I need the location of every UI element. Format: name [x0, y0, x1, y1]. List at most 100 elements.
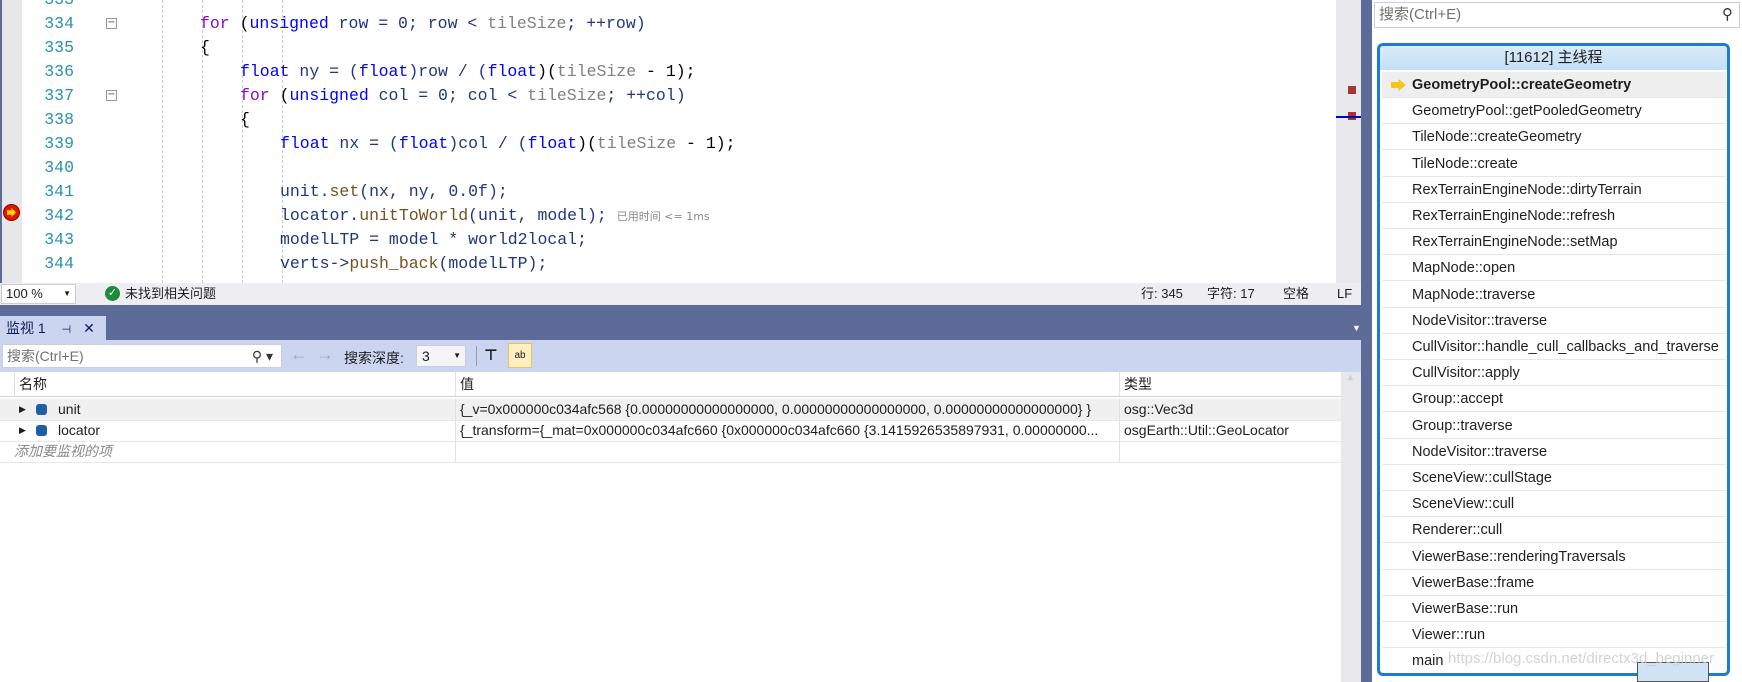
add-watch-placeholder[interactable]: 添加要监视的项 [14, 441, 455, 462]
tab-watch-1[interactable]: 监视 1 ⊣ ✕ [0, 316, 106, 340]
code-line[interactable]: 334 − for (unsigned row = 0; row < tileSiz… [0, 12, 1336, 36]
watch-vertical-scrollbar[interactable]: ▲ [1341, 372, 1361, 682]
search-depth-label: 搜索深度: [344, 350, 404, 366]
whitespace-mode[interactable]: 空格 [1283, 283, 1309, 305]
stack-frame[interactable]: MapNode::traverse [1382, 282, 1726, 308]
code-line[interactable]: 338 { [0, 108, 1336, 132]
code-token: ( [229, 14, 250, 33]
watch-value[interactable]: {_transform={_mat=0x000000c034afc660 {0x… [455, 420, 1119, 441]
stack-frame[interactable]: ViewerBase::renderingTraversals [1382, 544, 1726, 570]
collapse-icon[interactable]: − [106, 90, 117, 101]
stack-frame[interactable]: NodeVisitor::traverse [1382, 308, 1726, 334]
empty-type-cell [1119, 441, 1341, 462]
search-icon[interactable]: ⚲ [1722, 3, 1733, 27]
code-line[interactable]: 340 [0, 156, 1336, 180]
column-header-value[interactable]: 值 [455, 372, 1119, 396]
column-header-name[interactable]: 名称 [14, 372, 455, 396]
watch-search-input[interactable]: 搜索(Ctrl+E) ⚲ ▾ [2, 344, 282, 368]
line-number: 336 [44, 62, 74, 81]
callstack-search-input[interactable]: 搜索(Ctrl+E) ⚲ [1374, 2, 1740, 28]
code-text: { [200, 36, 210, 60]
line-number: 335 [44, 38, 74, 57]
stack-frame[interactable]: CullVisitor::apply [1382, 360, 1726, 387]
pin-filter-icon[interactable]: ⊤ [484, 346, 498, 364]
code-line[interactable]: 344 verts->push_back(modelLTP); [0, 252, 1336, 276]
stack-frame[interactable]: Group::accept [1382, 386, 1726, 413]
code-editor[interactable]: 333334−for (unsigned row = 0; row < tile… [0, 0, 1336, 283]
pin-icon[interactable]: ⊣ [62, 324, 72, 336]
watch-row[interactable]: ▶ locator {_transform={_mat=0x000000c034… [0, 420, 1341, 442]
stack-frame[interactable]: MapNode::open [1382, 255, 1726, 282]
code-line[interactable]: 336 float ny = (float)row / (float)(tileS… [0, 60, 1336, 84]
expand-icon[interactable]: ▶ [19, 420, 26, 441]
expand-icon[interactable]: ▶ [19, 399, 26, 420]
panel-menu-chevron-icon[interactable]: ▼ [1352, 323, 1361, 333]
code-line[interactable]: 342 locator.unitToWorld(unit, model); 已用时间… [0, 204, 1336, 228]
zoom-dropdown[interactable]: 100 % ▼ [1, 284, 76, 304]
line-ending[interactable]: LF [1337, 283, 1352, 305]
chevron-down-icon: ▼ [453, 351, 461, 360]
stack-frame[interactable]: GeometryPool::getPooledGeometry [1382, 98, 1726, 125]
watermark: https://blog.csdn.net/directx3d_beginner [1448, 650, 1715, 667]
code-line[interactable]: 341 unit.set(nx, ny, 0.0f); [0, 180, 1336, 204]
frame-label: ViewerBase::run [1412, 601, 1519, 617]
stack-frame[interactable]: RexTerrainEngineNode::setMap [1382, 229, 1726, 256]
stack-frame[interactable]: CullVisitor::handle_cull_callbacks_and_t… [1382, 334, 1726, 360]
frame-label: ViewerBase::frame [1412, 574, 1535, 591]
code-line[interactable]: 333 [0, 0, 1336, 12]
frame-label: SceneView::cull [1412, 496, 1515, 513]
code-line[interactable]: 343 modelLTP = model * world2local; [0, 228, 1336, 252]
stack-frame[interactable]: TileNode::createGeometry [1382, 124, 1726, 151]
stack-frame[interactable]: ViewerBase::run [1382, 596, 1726, 622]
thread-callstack-box: [11612] 主线程 GeometryPool::createGeometry… [1377, 43, 1730, 676]
watch-value[interactable]: {_v=0x000000c034afc568 {0.00000000000000… [455, 399, 1119, 420]
stack-frame[interactable]: SceneView::cullStage [1382, 465, 1726, 491]
frame-label: SceneView::cullStage [1412, 470, 1552, 486]
show-raw-values-icon[interactable]: ab [508, 343, 532, 368]
stack-frame[interactable]: ViewerBase::frame [1382, 570, 1726, 596]
frame-label: main [1412, 653, 1444, 670]
line-number: 341 [44, 182, 74, 201]
code-token: tileSize [596, 134, 677, 153]
line-number: 333 [30, 0, 74, 12]
watch-row[interactable]: ▶ unit {_v=0x000000c034afc568 {0.0000000… [0, 399, 1341, 421]
stack-frame[interactable]: RexTerrainEngineNode::refresh [1382, 203, 1726, 229]
code-token: locator. [280, 206, 360, 225]
collapse-icon[interactable]: − [106, 18, 117, 29]
code-line[interactable]: 339 float nx = (float)col / (float)(tileS… [0, 132, 1336, 156]
window-splitter[interactable] [1361, 0, 1372, 682]
issues-status[interactable]: 未找到相关问题 [125, 283, 216, 305]
code-token: { [200, 38, 210, 57]
code-token: for [240, 86, 270, 105]
line-number: 344 [44, 254, 74, 273]
stack-frame[interactable]: Viewer::run [1382, 622, 1726, 649]
column-header-type[interactable]: 类型 [1119, 372, 1341, 396]
code-text: modelLTP = model * world2local; [280, 228, 587, 252]
code-line[interactable]: 335 { [0, 36, 1336, 60]
stack-frame[interactable]: GeometryPool::createGeometry [1382, 72, 1726, 98]
editor-vertical-scrollbar[interactable] [1336, 0, 1361, 283]
scroll-up-icon[interactable]: ▲ [1346, 372, 1355, 382]
column-header-row: 名称 值 类型 [0, 372, 1341, 397]
stack-frame[interactable]: TileNode::create [1382, 151, 1726, 177]
editor-status-bar: 100 % ▼ ✓ 未找到相关问题 行: 345 字符: 17 空格 LF [0, 283, 1361, 305]
stack-frame[interactable]: Renderer::cull [1382, 517, 1726, 544]
stack-frame[interactable]: NodeVisitor::traverse [1382, 439, 1726, 465]
forward-arrow-icon[interactable]: → [316, 344, 334, 365]
frame-label: Renderer::cull [1412, 522, 1503, 539]
code-line[interactable]: 337 − for (unsigned col = 0; col < tileSiz… [0, 84, 1336, 108]
code-token: push_back [349, 254, 439, 273]
stack-frame[interactable]: RexTerrainEngineNode::dirtyTerrain [1382, 177, 1726, 203]
frame-label: TileNode::create [1412, 155, 1518, 172]
watch-type: osg::Vec3d [1119, 399, 1341, 420]
stack-frame[interactable]: SceneView::cull [1382, 491, 1726, 518]
close-icon[interactable]: ✕ [83, 320, 95, 336]
back-arrow-icon[interactable]: ← [290, 344, 308, 365]
search-depth-dropdown[interactable]: 3 ▼ [416, 345, 466, 367]
add-watch-row[interactable]: 添加要监视的项 [0, 441, 1341, 463]
watch-toolbar: 搜索(Ctrl+E) ⚲ ▾ ← → 搜索深度: 3 ▼ ⊤ ab [0, 340, 1361, 372]
stack-frame[interactable]: Group::traverse [1382, 413, 1726, 439]
code-token: for [200, 14, 230, 33]
search-icon[interactable]: ⚲ ▾ [252, 345, 273, 367]
line-number: 337 [44, 86, 74, 105]
